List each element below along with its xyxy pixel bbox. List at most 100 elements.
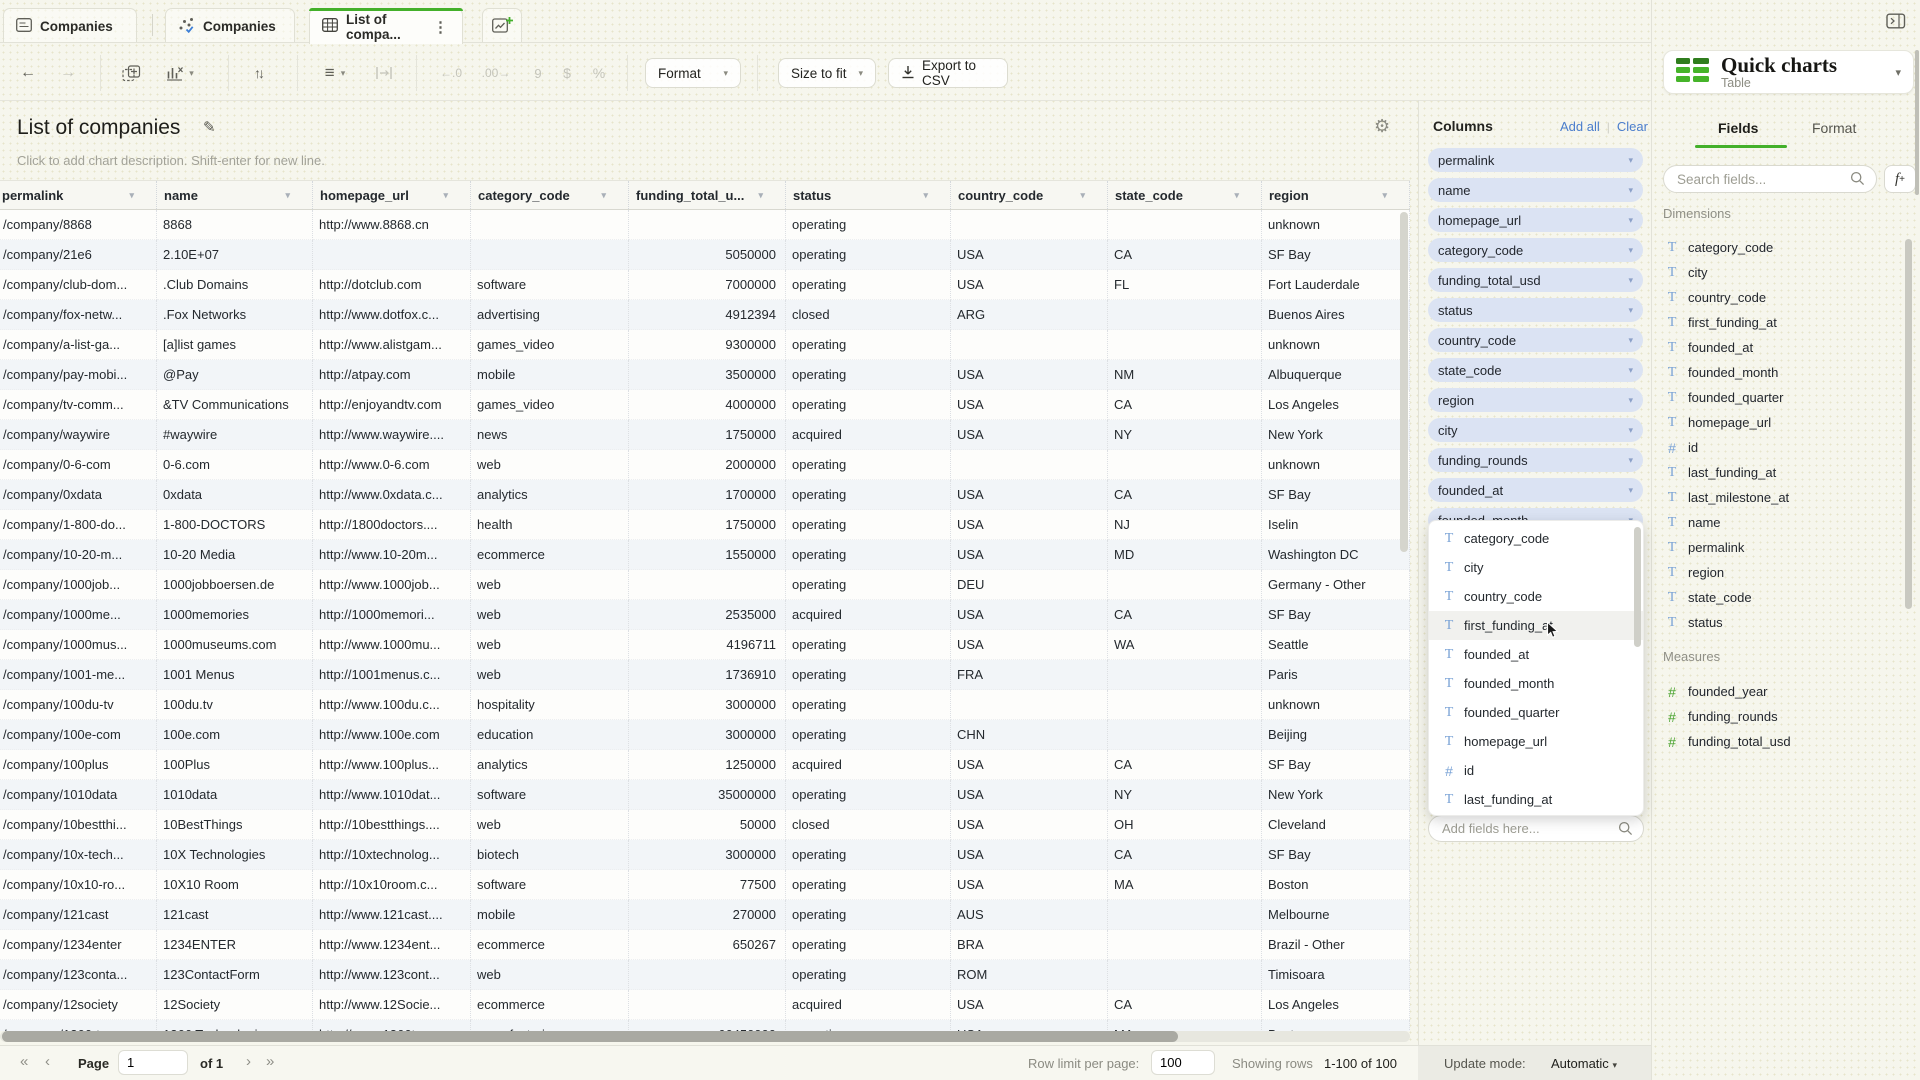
column-header-country-code[interactable]: country_code ▾ <box>951 181 1108 209</box>
precision-icon[interactable]: 9 <box>527 58 549 88</box>
horizontal-scrollbar-thumb[interactable] <box>2 1031 1178 1042</box>
visualization-selector[interactable]: Quick charts Table ▾ <box>1663 50 1914 94</box>
redo-button[interactable]: → <box>56 58 80 88</box>
duplicate-widget-icon[interactable] <box>118 58 144 88</box>
chip-chevron-icon[interactable]: ▾ <box>1628 335 1633 346</box>
column-chip-funding_total_usd[interactable]: funding_total_usd ▾ <box>1428 268 1643 292</box>
vertical-scrollbar-thumb[interactable] <box>1400 212 1408 552</box>
column-header-state-code[interactable]: state_code ▾ <box>1108 181 1262 209</box>
sort-icon[interactable]: ↑↓ <box>244 58 272 88</box>
dimension-item-city[interactable]: Tcity <box>1666 260 1896 285</box>
first-page-button[interactable]: « <box>20 1053 28 1071</box>
dimension-item-founded_at[interactable]: Tfounded_at <box>1666 335 1896 360</box>
column-header-category-code[interactable]: category_code ▾ <box>471 181 629 209</box>
next-page-button[interactable]: › <box>246 1053 251 1071</box>
column-header-homepage-url[interactable]: homepage_url ▾ <box>313 181 471 209</box>
dimension-item-id[interactable]: # id <box>1666 435 1896 460</box>
dimension-item-first_funding_at[interactable]: Tfirst_funding_at <box>1666 310 1896 335</box>
percent-format-icon[interactable]: % <box>588 58 610 88</box>
chip-chevron-icon[interactable]: ▾ <box>1628 425 1633 436</box>
dimension-item-last_funding_at[interactable]: Tlast_funding_at <box>1666 460 1896 485</box>
dimension-item-last_milestone_at[interactable]: Tlast_milestone_at <box>1666 485 1896 510</box>
column-chip-region[interactable]: region ▾ <box>1428 388 1643 412</box>
chip-chevron-icon[interactable]: ▾ <box>1628 485 1633 496</box>
column-chip-status[interactable]: status ▾ <box>1428 298 1643 322</box>
format-button[interactable]: Format ▾ <box>645 58 741 88</box>
chip-chevron-icon[interactable]: ▾ <box>1628 185 1633 196</box>
chip-chevron-icon[interactable]: ▾ <box>1628 455 1633 466</box>
column-header-funding-total-u-[interactable]: funding_total_u... ▾ <box>629 181 786 209</box>
dimension-item-category_code[interactable]: Tcategory_code <box>1666 235 1896 260</box>
clear-button[interactable]: Clear <box>1617 119 1648 134</box>
window-scrollbar-thumb[interactable] <box>1915 50 1919 195</box>
search-fields-input[interactable] <box>1663 165 1877 193</box>
text-wrap-icon[interactable] <box>370 58 398 88</box>
dimension-item-founded_quarter[interactable]: Tfounded_quarter <box>1666 385 1896 410</box>
dimension-item-name[interactable]: Tname <box>1666 510 1896 535</box>
column-chip-category_code[interactable]: category_code ▾ <box>1428 238 1643 262</box>
dropdown-item-founded_month[interactable]: Tfounded_month <box>1429 669 1643 698</box>
dropdown-item-id[interactable]: # id <box>1429 756 1643 785</box>
export-csv-button[interactable]: Export to CSV <box>888 58 1008 88</box>
measure-item-funding_rounds[interactable]: # funding_rounds <box>1666 704 1896 729</box>
chip-chevron-icon[interactable]: ▾ <box>1628 155 1633 166</box>
column-header-permalink[interactable]: permalink ▾ <box>0 181 157 209</box>
collapse-panel-icon[interactable] <box>1886 12 1906 35</box>
tab-fields[interactable]: Fields <box>1718 120 1758 136</box>
chart-title[interactable]: List of companies <box>17 116 180 140</box>
update-mode-select[interactable]: Automatic ▾ <box>1551 1056 1617 1071</box>
alignment-icon[interactable]: ≡ ▾ <box>315 58 355 88</box>
measure-item-founded_year[interactable]: # founded_year <box>1666 679 1896 704</box>
chip-chevron-icon[interactable]: ▾ <box>1628 395 1633 406</box>
row-limit-input[interactable] <box>1151 1050 1215 1075</box>
column-header-region[interactable]: region ▾ <box>1262 181 1410 209</box>
add-tab-button[interactable] <box>482 8 522 43</box>
chip-chevron-icon[interactable]: ▾ <box>1628 245 1633 256</box>
dimension-item-region[interactable]: Tregion <box>1666 560 1896 585</box>
delete-chart-icon[interactable]: ▾ <box>160 58 200 88</box>
dropdown-item-last_funding_at[interactable]: Tlast_funding_at <box>1429 785 1643 814</box>
chip-chevron-icon[interactable]: ▾ <box>1628 305 1633 316</box>
column-chip-country_code[interactable]: country_code ▾ <box>1428 328 1643 352</box>
column-chip-name[interactable]: name ▾ <box>1428 178 1643 202</box>
last-page-button[interactable]: » <box>266 1053 274 1071</box>
column-header-name[interactable]: name ▾ <box>157 181 313 209</box>
column-chip-founded_at[interactable]: founded_at ▾ <box>1428 478 1643 502</box>
column-chip-state_code[interactable]: state_code ▾ <box>1428 358 1643 382</box>
chip-chevron-icon[interactable]: ▾ <box>1628 275 1633 286</box>
dropdown-scrollbar-thumb[interactable] <box>1634 527 1641 647</box>
decrease-decimal-icon[interactable]: ← .0 <box>436 58 466 88</box>
tab-menu-icon[interactable]: ⋮ <box>431 18 450 36</box>
dimension-item-founded_month[interactable]: Tfounded_month <box>1666 360 1896 385</box>
add-formula-field-button[interactable]: f + <box>1884 165 1916 193</box>
dropdown-item-founded_quarter[interactable]: Tfounded_quarter <box>1429 698 1643 727</box>
column-chip-homepage_url[interactable]: homepage_url ▾ <box>1428 208 1643 232</box>
add-fields-input[interactable] <box>1428 815 1644 842</box>
currency-format-icon[interactable]: $ <box>556 58 578 88</box>
page-input[interactable] <box>118 1050 188 1075</box>
tab-companies-1[interactable]: Companies <box>3 8 137 43</box>
dropdown-item-category_code[interactable]: Tcategory_code <box>1429 524 1643 553</box>
column-chip-permalink[interactable]: permalink ▾ <box>1428 148 1643 172</box>
edit-title-icon[interactable]: ✎ <box>203 118 216 136</box>
column-chip-funding_rounds[interactable]: funding_rounds ▾ <box>1428 448 1643 472</box>
tab-format[interactable]: Format <box>1812 120 1856 136</box>
dimension-item-country_code[interactable]: Tcountry_code <box>1666 285 1896 310</box>
undo-button[interactable]: ← <box>16 58 40 88</box>
column-header-status[interactable]: status ▾ <box>786 181 951 209</box>
chip-chevron-icon[interactable]: ▾ <box>1628 215 1633 226</box>
dimension-item-state_code[interactable]: Tstate_code <box>1666 585 1896 610</box>
dropdown-item-country_code[interactable]: Tcountry_code <box>1429 582 1643 611</box>
fields-scrollbar-thumb[interactable] <box>1905 239 1912 609</box>
dimension-item-permalink[interactable]: Tpermalink <box>1666 535 1896 560</box>
tab-companies-2[interactable]: Companies <box>165 8 295 43</box>
prev-page-button[interactable]: ‹ <box>45 1053 50 1071</box>
increase-decimal-icon[interactable]: .00 → <box>480 58 512 88</box>
column-chip-city[interactable]: city ▾ <box>1428 418 1643 442</box>
measure-item-funding_total_usd[interactable]: # funding_total_usd <box>1666 729 1896 754</box>
dimension-item-status[interactable]: Tstatus <box>1666 610 1896 635</box>
size-to-fit-button[interactable]: Size to fit ▾ <box>778 58 876 88</box>
dropdown-item-city[interactable]: Tcity <box>1429 553 1643 582</box>
dropdown-item-homepage_url[interactable]: Thomepage_url <box>1429 727 1643 756</box>
tab-list-of-companies[interactable]: List of compa... ⋮ <box>309 8 463 44</box>
